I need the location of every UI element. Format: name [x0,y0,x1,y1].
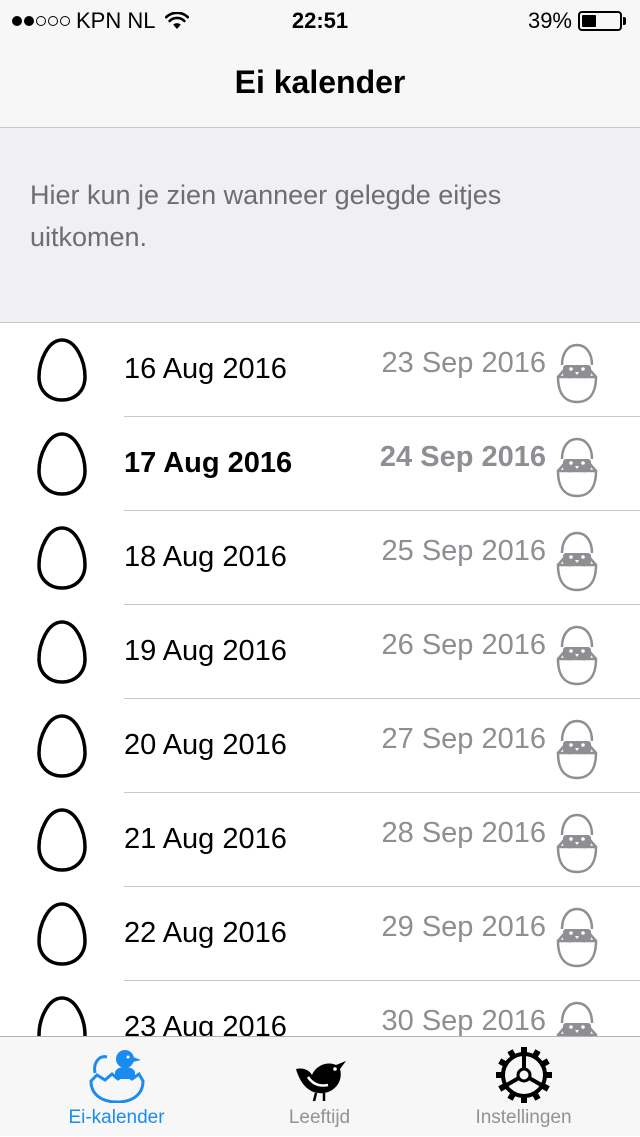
info-header: Hier kun je zien wanneer gelegde eitjes … [0,128,640,323]
table-row[interactable]: 17 Aug 2016 24 Sep 2016 [0,417,640,511]
hatch-date: 30 Sep 2016 [381,1005,546,1036]
info-text: Hier kun je zien wanneer gelegde eitjes … [30,180,502,252]
hatch-date: 25 Sep 2016 [381,535,546,567]
egg-icon [37,338,87,402]
table-row[interactable]: 16 Aug 2016 23 Sep 2016 [0,323,640,417]
egg-icon [37,432,87,496]
egg-icon [37,902,87,966]
egg-calendar-list[interactable]: 16 Aug 2016 23 Sep 2016 17 Aug 2016 24 Sep … [0,323,640,1036]
hatching-chick-icon [556,437,598,498]
hatching-chick-icon [556,813,598,874]
hatching-chick-icon [556,625,598,686]
table-row[interactable]: 22 Aug 2016 29 Sep 2016 [0,887,640,981]
tab-instellingen[interactable]: Instellingen [417,1037,630,1137]
laid-date: 18 Aug 2016 [124,541,287,573]
hatch-date: 24 Sep 2016 [379,441,546,473]
tab-label: Leeftijd [288,1107,351,1128]
egg-icon [37,808,87,872]
table-row[interactable]: 21 Aug 2016 28 Sep 2016 [0,793,640,887]
page-title: Ei kalender [234,64,406,100]
hatching-chick-icon [88,1050,145,1103]
status-bar: KPN NL 22:51 39% [0,0,640,40]
gear-icon [495,1047,552,1103]
laid-date: 22 Aug 2016 [124,917,287,949]
hatch-date: 29 Sep 2016 [381,911,546,943]
battery-icon [578,11,622,31]
hatch-date: 26 Sep 2016 [381,629,546,661]
laid-date: 21 Aug 2016 [124,823,287,855]
egg-icon [37,526,87,590]
egg-icon [37,620,87,684]
laid-date: 20 Aug 2016 [124,729,287,761]
laid-date: 19 Aug 2016 [124,635,287,667]
hatching-chick-icon [556,531,598,592]
hatch-date: 28 Sep 2016 [381,817,546,849]
bird-icon [295,1061,346,1102]
egg-icon [37,714,87,778]
laid-date: 17 Aug 2016 [124,447,293,479]
tab-label: Ei-kalender [68,1107,165,1128]
tab-label: Instellingen [475,1107,572,1128]
hatch-date: 23 Sep 2016 [381,347,546,379]
table-row[interactable]: 19 Aug 2016 26 Sep 2016 [0,605,640,699]
hatching-chick-icon [556,1001,598,1036]
hatch-date: 27 Sep 2016 [381,723,546,755]
egg-icon [37,996,87,1036]
tab-leeftijd[interactable]: Leeftijd [213,1037,426,1137]
battery-percent: 39% [527,8,572,33]
laid-date: 16 Aug 2016 [124,353,287,385]
hatching-chick-icon [556,343,598,404]
table-row[interactable]: 23 Aug 2016 30 Sep 2016 [0,981,640,1036]
table-row[interactable]: 20 Aug 2016 27 Sep 2016 [0,699,640,793]
navigation-bar: Ei kalender [0,40,640,128]
status-right: 39% [528,8,626,34]
laid-date: 23 Aug 2016 [124,1011,287,1036]
tab-ei-kalender[interactable]: Ei-kalender [10,1037,223,1137]
table-row[interactable]: 18 Aug 2016 25 Sep 2016 [0,511,640,605]
hatching-chick-icon [556,907,598,968]
tab-bar: Ei-kalender Leeftijd Instellingen [0,1036,640,1136]
hatching-chick-icon [556,719,598,780]
